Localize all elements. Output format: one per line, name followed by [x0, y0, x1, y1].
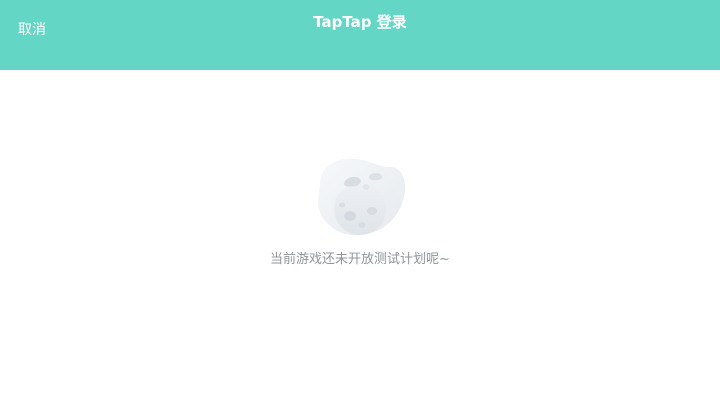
moon-planet-icon	[310, 153, 410, 238]
top-bar: 取消 TapTap 登录	[0, 0, 720, 70]
page-title: TapTap 登录	[313, 13, 407, 31]
empty-state-message: 当前游戏还未开放测试计划呢~	[270, 252, 450, 267]
login-page: 取消 TapTap 登录 当前游戏还未开放测试计划呢~	[0, 0, 720, 405]
